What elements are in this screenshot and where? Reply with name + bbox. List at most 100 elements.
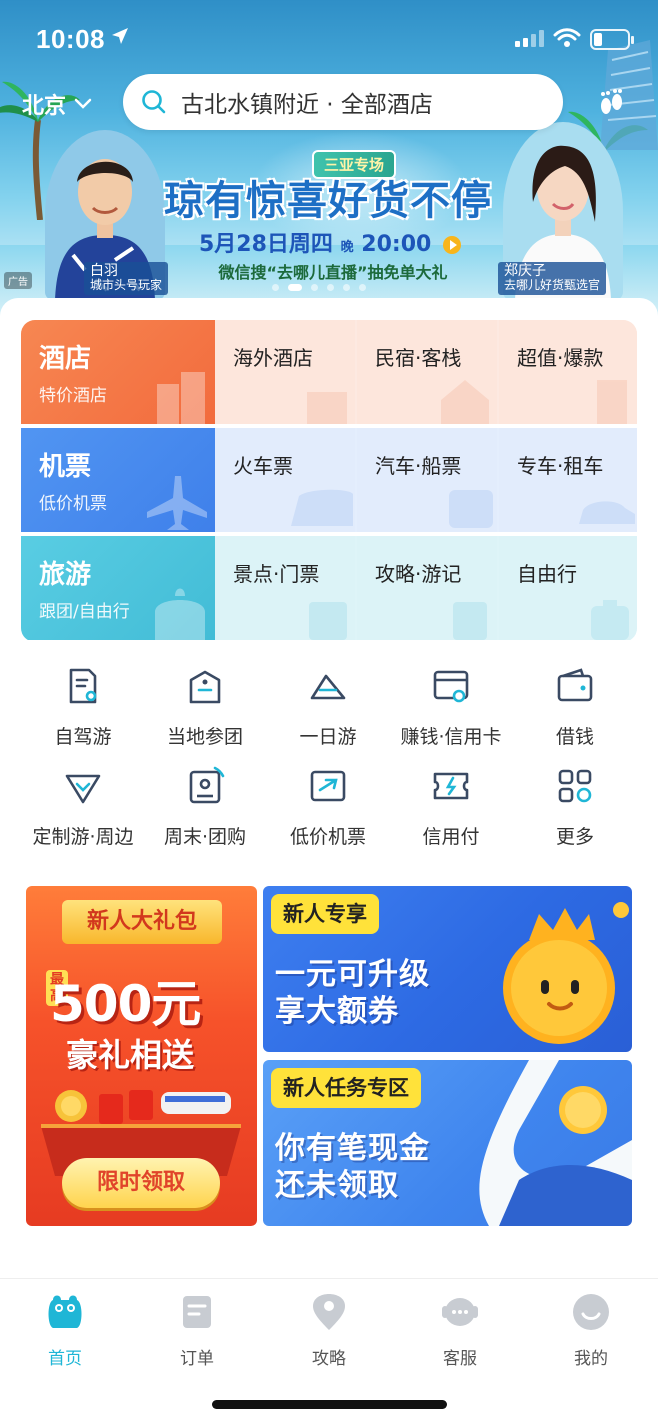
tab-label: 攻略 [312,1349,346,1369]
task-text: 你有笔现金 还未领取 [275,1130,430,1204]
upgrade-line2: 享大额券 [275,994,399,1029]
homestay-cell[interactable]: 民宿·客栈 [357,320,497,424]
train-icon [291,489,353,526]
tab-label: 首页 [48,1349,82,1369]
travel-guide-cell[interactable]: 攻略·游记 [357,536,497,640]
upgrade-line1: 一元可升级 [275,957,430,992]
tour-tile[interactable]: 旅游 跟团/自由行 [21,536,215,640]
tab-guide[interactable]: 攻略 [289,1292,369,1369]
profile-icon [573,1294,609,1330]
homestay-label: 民宿·客栈 [375,346,462,370]
host-right-tag: 郑庆子 去哪儿好货甄选官 [498,262,607,295]
deals-label: 超值·爆款 [517,346,604,370]
banner-title: 琼有惊喜好货不停 [164,178,492,224]
quick-more[interactable]: 更多 [513,766,637,849]
task-line1: 你有笔现金 [275,1131,430,1166]
banner-date: 5月28日周四 晚 20:00 [195,226,465,258]
order-icon [183,1296,211,1328]
footprint-icon[interactable] [596,88,626,118]
new-user-task-promo[interactable]: 新人任务专区 你有笔现金 还未领取 [263,1060,632,1226]
quick-label: 更多 [555,826,594,848]
tab-home[interactable]: 首页 [25,1292,105,1369]
free-travel-label: 自由行 [517,562,577,586]
quick-label: 借钱 [555,726,594,748]
globe-icon [307,392,347,424]
gift-text: 豪礼相送 [66,1036,195,1074]
service-row-hotel: 酒店 特价酒店 海外酒店 民宿·客栈 超值·爆款 [21,320,637,424]
new-user-gift-promo[interactable]: 新人大礼包 最高 500元 豪礼相送 限时领取 [26,886,257,1226]
group-buy-icon [189,766,225,804]
quick-flight-ticket[interactable]: 低价机票 [266,766,390,849]
quick-credit-card[interactable]: 赚钱·信用卡 [389,666,513,749]
ad-label: 广告 [4,272,32,289]
guide-icon [313,1294,345,1330]
custom-tour-icon [65,774,101,804]
plane-icon [147,476,207,530]
city-selector[interactable]: 北京 [22,88,92,120]
overseas-hotel-cell[interactable]: 海外酒店 [215,320,355,424]
hotel-tile[interactable]: 酒店 特价酒店 [21,320,215,424]
task-line2: 还未领取 [275,1168,399,1203]
quick-label: 一日游 [299,726,357,748]
car-icon [579,501,635,524]
more-grid-icon [558,769,592,803]
ticket-icon [309,602,347,640]
city-name: 北京 [22,94,67,119]
self-drive-icon [69,668,97,704]
tower-icon [597,380,627,424]
train-cell[interactable]: 火车票 [215,428,355,532]
quick-custom-tour[interactable]: 定制游·周边 [21,766,145,849]
carousel-dot [343,284,350,291]
tab-label: 订单 [180,1349,214,1369]
quick-self-drive[interactable]: 自驾游 [21,666,145,749]
quick-label: 当地参团 [166,726,243,748]
play-icon [443,236,461,254]
tab-label: 客服 [443,1349,477,1369]
quick-wallet[interactable]: 借钱 [513,666,637,749]
quick-group-buy[interactable]: 周末·团购 [143,766,267,849]
carousel-dot [359,284,366,291]
flight-tile[interactable]: 机票 低价机票 [21,428,215,532]
location-arrow-icon [112,28,128,44]
bus-ship-cell[interactable]: 汽车·船票 [357,428,497,532]
new-user-upgrade-promo[interactable]: 新人专享 一元可升级 享大额券 [263,886,632,1052]
car-rental-cell[interactable]: 专车·租车 [499,428,637,532]
carousel-dot [272,284,279,291]
quick-label: 赚钱·信用卡 [400,726,502,748]
free-travel-cell[interactable]: 自由行 [499,536,637,640]
attraction-ticket-label: 景点·门票 [233,562,320,586]
quick-credit-pay[interactable]: 信用付 [389,766,513,849]
carousel-dot [311,284,318,291]
tab-orders[interactable]: 订单 [157,1292,237,1369]
status-time: 10:08 [36,24,105,54]
luggage-icon [591,600,629,640]
gift-amount: 500元 [50,975,201,1033]
service-row-flight: 机票 低价机票 火车票 汽车·船票 专车·租车 [21,428,637,532]
search-bar[interactable]: 古北水镇附近 · 全部酒店 [123,74,563,130]
palace-icon [155,588,205,640]
app-screen: 白羽 城市头号玩家 郑庆子 去哪儿好货甄选官 三亚专场 琼有惊喜好货不停 5月2… [0,0,658,1425]
status-bar: 10:08 [0,0,658,70]
tab-customer-service[interactable]: 客服 [420,1292,500,1369]
chevron-down-icon [74,98,92,109]
battery-icon [590,29,634,50]
quick-label: 信用付 [422,826,480,848]
flight-ticket-icon [310,770,346,802]
claim-now-button[interactable]: 限时领取 [62,1158,220,1208]
home-indicator[interactable] [212,1400,447,1409]
tab-profile[interactable]: 我的 [551,1292,631,1369]
deals-cell[interactable]: 超值·爆款 [499,320,637,424]
banner-date-evening: 晚 [340,240,354,255]
host-left-tag: 白羽 城市头号玩家 [84,262,169,295]
wallet-icon [557,668,593,702]
hand-coin-icon [479,1060,632,1226]
service-row-tour: 旅游 跟团/自由行 景点·门票 攻略·游记 自由行 [21,536,637,640]
tab-label: 我的 [574,1349,608,1369]
quick-label: 周末·团购 [163,826,247,848]
smiling-coin-icon [503,902,629,1044]
attraction-ticket-cell[interactable]: 景点·门票 [215,536,355,640]
hotel-building-icon [157,372,205,424]
carousel-dot [327,284,334,291]
quick-day-trip[interactable]: 一日游 [266,666,390,749]
quick-local-tour[interactable]: 当地参团 [143,666,267,749]
